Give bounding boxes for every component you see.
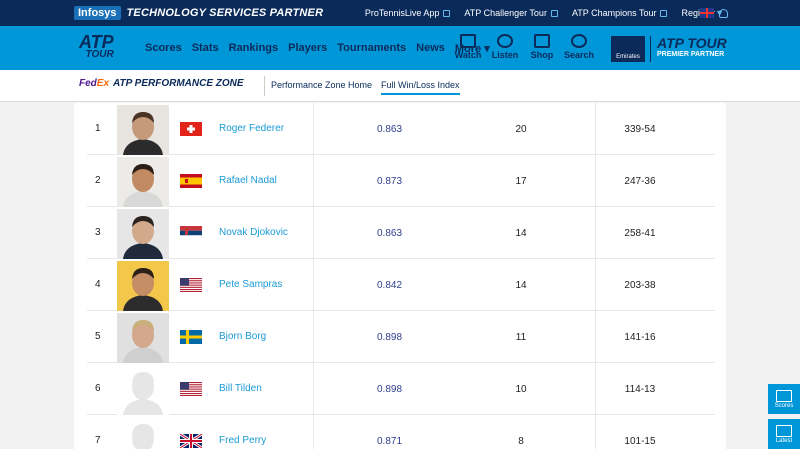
nav-players[interactable]: Players: [288, 42, 327, 54]
divider: [313, 207, 314, 259]
latest-side-button[interactable]: Latest: [768, 419, 800, 449]
win-loss-cell: 258-41: [624, 228, 656, 239]
win-loss-cell: 247-36: [624, 176, 656, 187]
tv-icon: [460, 34, 476, 48]
watch-button[interactable]: Watch: [455, 34, 481, 60]
rank-cell: 7: [95, 435, 101, 446]
player-name-link[interactable]: Novak Djokovic: [219, 227, 288, 238]
index-cell: 0.898: [376, 384, 403, 395]
win-loss-table: 1 Roger Federer 0.863 20 339-54 2 Rafael Nadal…: [74, 103, 726, 449]
player-name-link[interactable]: Pete Sampras: [219, 279, 282, 290]
win-loss-cell: 114-13: [624, 384, 656, 395]
divider: [313, 415, 314, 449]
top-links: ProTennisLive App ATP Challenger Tour AT…: [365, 0, 728, 26]
divider: [313, 311, 314, 363]
index-cell: 0.898: [376, 332, 403, 343]
emirates-logo[interactable]: Emirates: [611, 36, 645, 62]
rank-cell: 5: [95, 331, 101, 342]
nav-icons: Watch Listen Shop Search: [455, 34, 594, 60]
index-cell: 0.863: [376, 124, 403, 135]
player-photo[interactable]: [117, 313, 169, 363]
divider: [313, 103, 314, 155]
player-photo[interactable]: [117, 365, 169, 415]
nav-stats[interactable]: Stats: [192, 42, 219, 54]
nav-menu: Scores Stats Rankings Players Tournament…: [145, 26, 490, 70]
atp-premier-partner-logo: ATP TOUR PREMIER PARTNER: [657, 35, 727, 58]
shop-button[interactable]: Shop: [529, 34, 555, 60]
top-partner-bar: Infosys TECHNOLOGY SERVICES PARTNER ProT…: [0, 0, 800, 26]
tab-performance-zone-home[interactable]: Performance Zone Home: [271, 80, 372, 90]
player-photo[interactable]: [117, 105, 169, 155]
infosys-logo[interactable]: Infosys: [74, 6, 121, 20]
nav-news[interactable]: News: [416, 42, 445, 54]
champions-tour-link[interactable]: ATP Champions Tour: [572, 8, 668, 18]
divider: [313, 259, 314, 311]
chevron-down-icon[interactable]: ▼: [715, 8, 724, 18]
rank-cell: 6: [95, 383, 101, 394]
fedex-performance-zone-logo[interactable]: FedEx ATP PERFORMANCE ZONE: [79, 78, 244, 89]
country-flag-icon: [180, 330, 202, 344]
main-nav: ATP TOUR Scores Stats Rankings Players To…: [0, 26, 800, 70]
country-flag-icon: [180, 226, 202, 240]
rank-cell: 3: [95, 227, 101, 238]
table-row: 4 Pete Sampras 0.842 14 203-38: [87, 259, 715, 311]
index-cell: 0.842: [376, 280, 403, 291]
external-link-icon: [550, 9, 558, 17]
index-cell: 0.863: [376, 228, 403, 239]
player-name-link[interactable]: Rafael Nadal: [219, 175, 277, 186]
search-icon: [571, 34, 587, 48]
broadcast-icon: [497, 34, 513, 48]
country-flag-icon: [180, 174, 202, 188]
player-photo[interactable]: [117, 209, 169, 259]
player-name-link[interactable]: Fred Perry: [219, 435, 266, 446]
scores-side-button[interactable]: Scores: [768, 384, 800, 414]
table-row: 5 Bjorn Borg 0.898 11 141-16: [87, 311, 715, 363]
table-row: 7 Fred Perry 0.871 8 101-15: [87, 415, 715, 449]
player-name-link[interactable]: Bill Tilden: [219, 383, 262, 394]
divider: [313, 363, 314, 415]
atp-tour-logo[interactable]: ATP TOUR: [79, 33, 114, 60]
external-link-icon: [660, 9, 668, 17]
player-photo[interactable]: [117, 157, 169, 207]
country-flag-icon: [180, 122, 202, 136]
scoreboard-icon: [776, 389, 792, 402]
uk-flag-icon[interactable]: [700, 8, 714, 18]
player-name-link[interactable]: Bjorn Borg: [219, 331, 266, 342]
external-link-icon: [443, 9, 451, 17]
divider: [264, 76, 265, 96]
index-cell: 0.873: [376, 176, 403, 187]
player-name-link[interactable]: Roger Federer: [219, 123, 284, 134]
tab-full-win-loss-index[interactable]: Full Win/Loss Index: [381, 80, 460, 95]
divider: [650, 36, 651, 62]
rank-cell: 4: [95, 279, 101, 290]
table-row: 3 Novak Djokovic 0.863 14 258-41: [87, 207, 715, 259]
search-button[interactable]: Search: [564, 34, 594, 60]
index-cell: 0.871: [376, 436, 403, 447]
challenger-tour-link[interactable]: ATP Challenger Tour: [464, 8, 558, 18]
table-row: 1 Roger Federer 0.863 20 339-54: [87, 103, 715, 155]
nav-scores[interactable]: Scores: [145, 42, 182, 54]
player-photo[interactable]: [117, 261, 169, 311]
win-loss-cell: 203-38: [624, 280, 656, 291]
divider: [313, 155, 314, 207]
country-flag-icon: [180, 382, 202, 396]
news-icon: [776, 424, 792, 437]
partner-tagline: TECHNOLOGY SERVICES PARTNER: [126, 7, 324, 19]
cart-icon: [534, 34, 550, 48]
table-row: 2 Rafael Nadal 0.873 17 247-36: [87, 155, 715, 207]
country-flag-icon: [179, 432, 203, 449]
win-loss-cell: 101-15: [624, 436, 656, 447]
rank-cell: 1: [95, 123, 101, 134]
rank-cell: 2: [95, 175, 101, 186]
protennislive-link[interactable]: ProTennisLive App: [365, 8, 451, 18]
player-photo[interactable]: [117, 417, 169, 449]
nav-tournaments[interactable]: Tournaments: [337, 42, 406, 54]
win-loss-cell: 339-54: [624, 124, 656, 135]
win-loss-cell: 141-16: [624, 332, 656, 343]
nav-rankings[interactable]: Rankings: [229, 42, 279, 54]
listen-button[interactable]: Listen: [492, 34, 518, 60]
performance-zone-subnav: FedEx ATP PERFORMANCE ZONE Performance Zo…: [0, 70, 800, 102]
table-row: 6 Bill Tilden 0.898 10 114-13: [87, 363, 715, 415]
country-flag-icon: [180, 278, 202, 292]
